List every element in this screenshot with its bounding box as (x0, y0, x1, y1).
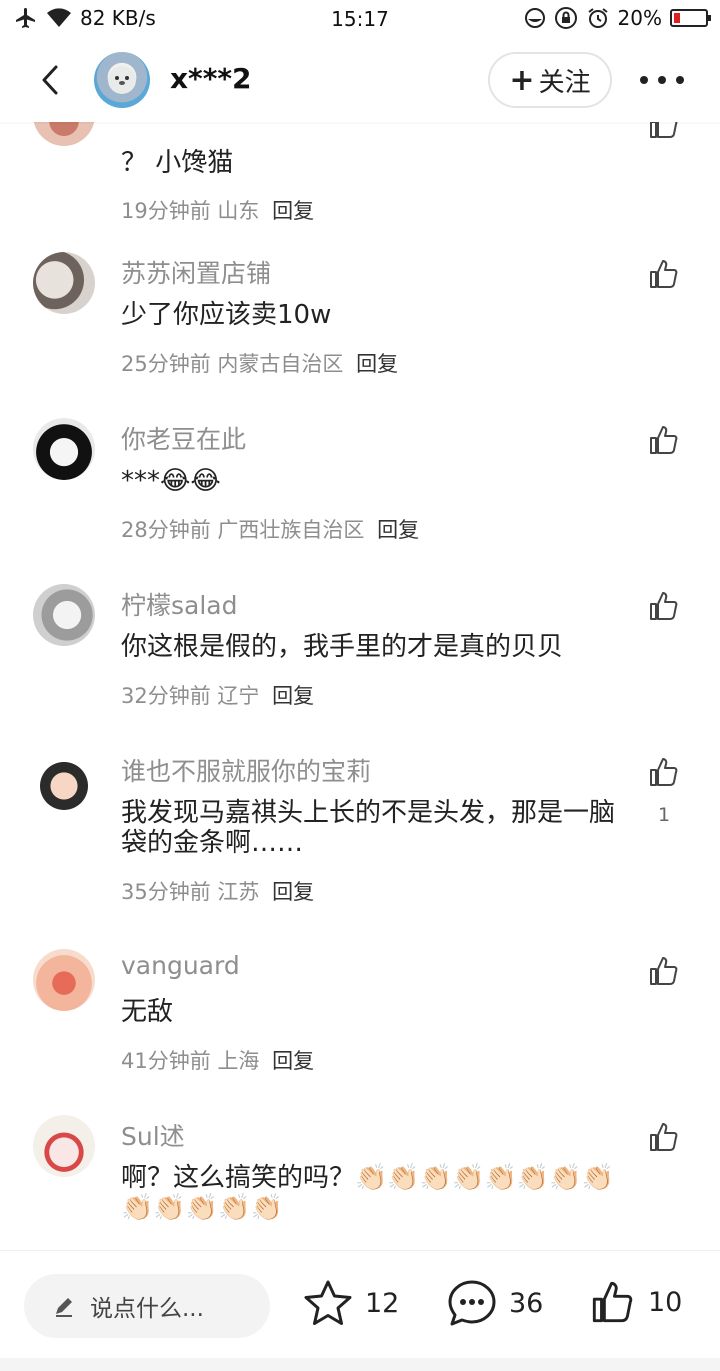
status-right: 20% (524, 6, 711, 30)
comment-text: 你这根是假的，我手里的才是真的贝贝 (121, 632, 564, 662)
commenter-name[interactable]: 谁也不服就服你的宝莉 (121, 752, 371, 788)
comment-text: ***😂😂 (121, 466, 221, 496)
thumbs-up-icon[interactable] (648, 955, 680, 987)
comment-location: 山东 (217, 199, 260, 223)
comment-meta: 41分钟前 上海 回复 (121, 1045, 314, 1075)
comment-time: 41分钟前 (121, 1049, 211, 1073)
follow-button[interactable]: + 关注 (488, 52, 612, 108)
battery-fill (674, 13, 680, 23)
follow-label: 关注 (538, 67, 591, 98)
header: x***2 + 关注 (0, 40, 720, 122)
favorite-count: 12 (365, 1287, 400, 1319)
comment-location: 内蒙古自治区 (217, 352, 344, 376)
like-count: 1 (657, 804, 671, 826)
commenter-name[interactable]: 你老豆在此 (121, 420, 246, 456)
comments-count: 36 (509, 1287, 544, 1319)
comment-location: 辽宁 (217, 684, 260, 708)
comment-time: 28分钟前 (121, 518, 211, 542)
more-options-icon[interactable] (640, 62, 684, 98)
like-count: 10 (648, 1286, 683, 1318)
commenter-avatar[interactable] (33, 949, 95, 1011)
star-icon (304, 1280, 352, 1325)
comment-location: 江苏 (217, 880, 260, 904)
thumbs-up-icon[interactable] (648, 756, 680, 788)
thumbs-up-icon[interactable] (648, 424, 680, 456)
comment-meta: 35分钟前 江苏 回复 (121, 876, 314, 906)
comment-input-placeholder: 说点什么... (90, 1296, 204, 1322)
comment-meta: 32分钟前 辽宁 回复 (121, 680, 314, 710)
eye-comfort-icon (524, 8, 545, 28)
comment-text: 啊？这么搞笑的吗？👏🏻👏🏻👏🏻👏🏻👏🏻👏🏻👏🏻👏🏻👏🏻👏🏻👏🏻👏🏻👏🏻 (121, 1163, 614, 1223)
author-avatar[interactable] (94, 52, 150, 108)
comment-input[interactable]: 说点什么... (24, 1274, 270, 1338)
reply-button[interactable]: 回复 (272, 199, 314, 223)
thumbs-up-icon[interactable] (648, 590, 680, 622)
author-name[interactable]: x***2 (170, 62, 251, 95)
thumbs-up-icon[interactable] (648, 1121, 680, 1153)
battery-icon (670, 9, 711, 27)
commenter-name[interactable]: 苏苏闲置店铺 (121, 254, 271, 290)
gesture-bar (0, 1358, 720, 1371)
comment-meta: 25分钟前 内蒙古自治区 回复 (121, 348, 398, 378)
comment-text: 我发现马嘉祺头上长的不是头发，那是一脑袋的金条啊…… (121, 798, 616, 858)
pencil-icon (56, 1298, 72, 1317)
commenter-name[interactable]: vanguard (121, 951, 240, 980)
comment-text: 少了你应该卖10w (121, 300, 332, 330)
commenter-avatar[interactable] (33, 584, 95, 646)
reply-button[interactable]: 回复 (272, 1049, 314, 1073)
like-button[interactable]: 10 (590, 1279, 682, 1325)
comment-time: 19分钟前 (121, 199, 211, 223)
rotation-lock-icon (554, 7, 577, 29)
comment-text: ？ 小馋猫 (121, 148, 234, 178)
comment-time: 25分钟前 (121, 352, 211, 376)
thumbs-up-icon (592, 1281, 633, 1323)
commenter-name[interactable]: 柠檬salad (121, 586, 237, 622)
comment-meta: 19分钟前 山东 回复 (121, 195, 314, 225)
comment-time: 35分钟前 (121, 880, 211, 904)
commenter-avatar[interactable] (33, 252, 95, 314)
comment-bubble-icon (448, 1280, 496, 1326)
status-bar: 82 KB/s 15:17 20% (0, 0, 720, 38)
alarm-icon (587, 8, 608, 28)
thumbs-up-icon[interactable] (648, 122, 680, 140)
reply-button[interactable]: 回复 (272, 684, 314, 708)
comments-button[interactable]: 36 (447, 1279, 543, 1327)
reply-button[interactable]: 回复 (356, 352, 398, 376)
plus-icon: + (509, 62, 535, 98)
bottom-action-bar: 说点什么... 12 36 10 (0, 1250, 720, 1358)
seal-icon (108, 66, 136, 94)
comment-location: 广西壮族自治区 (217, 518, 365, 542)
comment-text: 无敌 (121, 997, 174, 1027)
favorite-button[interactable]: 12 (303, 1279, 399, 1327)
comment-time: 32分钟前 (121, 684, 211, 708)
commenter-avatar[interactable] (33, 122, 95, 146)
comment-meta: 28分钟前 广西壮族自治区 回复 (121, 514, 419, 544)
reply-button[interactable]: 回复 (272, 880, 314, 904)
commenter-avatar[interactable] (33, 1115, 95, 1177)
reply-button[interactable]: 回复 (377, 518, 419, 542)
battery-percent: 20% (617, 6, 662, 30)
commenter-avatar[interactable] (33, 750, 95, 812)
commenter-name[interactable]: Sul述 (121, 1117, 185, 1153)
comment-location: 上海 (217, 1049, 260, 1073)
thumbs-up-icon[interactable] (648, 258, 680, 290)
comment-list[interactable]: ？ 小馋猫 19分钟前 山东 回复 苏苏闲置店铺 少了你应该卖10w 25分钟前… (0, 122, 720, 1250)
commenter-avatar[interactable] (33, 418, 95, 480)
back-arrow-icon[interactable] (34, 62, 70, 98)
